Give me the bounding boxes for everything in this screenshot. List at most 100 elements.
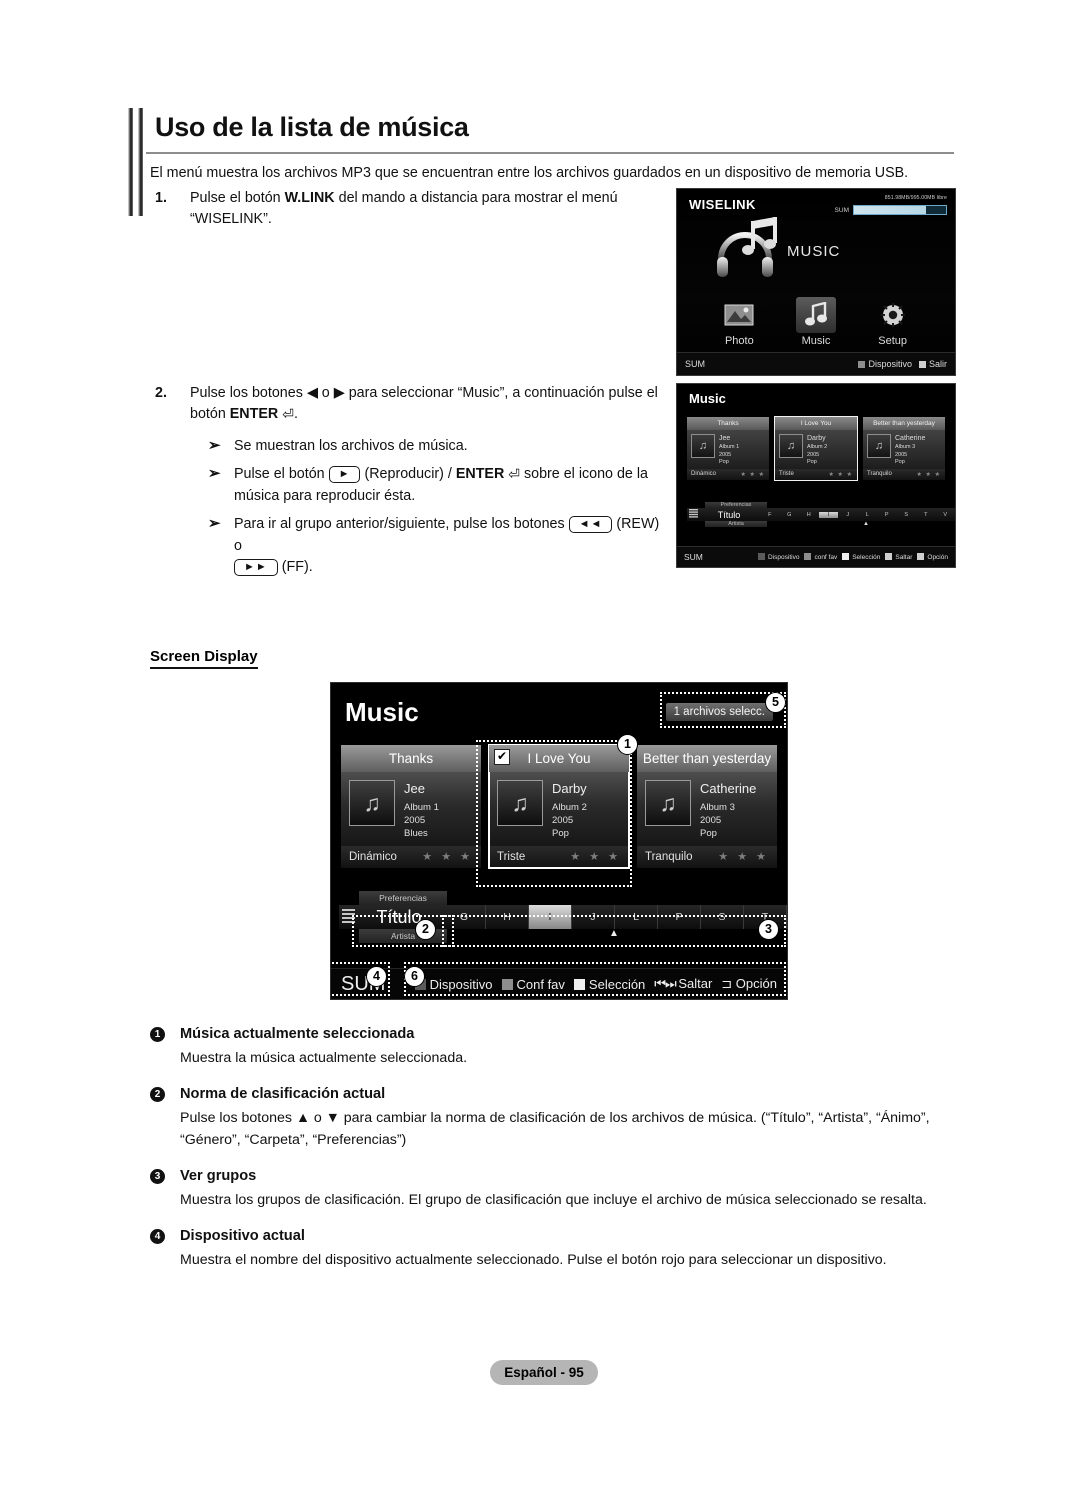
hint-dispositivo-label: Dispositivo xyxy=(429,976,493,992)
legend-bullet-2: 2 xyxy=(150,1087,165,1103)
legend-item-1: 1 Música actualmente seleccionada Muestr… xyxy=(150,1026,965,1069)
step-1-body: Pulse el botón W.LINK del mando a distan… xyxy=(190,188,655,231)
hint-saltar[interactable]: ⏮⏭ Saltar xyxy=(654,976,712,992)
legend-item-4-title: 4 Dispositivo actual xyxy=(150,1228,965,1245)
music-card-selected[interactable]: I Love You ♫ Darby Album 2 2005 Pop Tris… xyxy=(774,416,858,481)
legend-item-3: 3 Ver grupos Muestra los grupos de clasi… xyxy=(150,1168,965,1211)
group-letter-active[interactable]: I xyxy=(818,511,838,518)
music-card[interactable]: Thanks ♫ Jee Album 1 2005 Blues Dinámico… xyxy=(341,745,481,869)
music-card-genre: Blues xyxy=(404,828,428,840)
group-letter[interactable]: P xyxy=(658,905,701,929)
legend-bullet-1: 1 xyxy=(150,1027,165,1042)
checkbox-checked-icon[interactable]: ✔ xyxy=(494,749,510,765)
music-small-footer: SUM Dispositivo conf fav Selección Salta… xyxy=(677,546,955,567)
wiselink-footer-device: SUM xyxy=(685,359,705,369)
hint-dispositivo[interactable]: Dispositivo xyxy=(414,976,493,992)
step-2-substeps: ➢ Se muestran los archivos de música. ➢ … xyxy=(208,436,665,579)
step-2-number: 2. xyxy=(155,385,167,401)
music-card-mood: Dinámico xyxy=(349,850,397,863)
step-2-body: Pulse los botones ◀ o ▶ para seleccionar… xyxy=(190,383,665,579)
group-letter[interactable]: T xyxy=(916,512,936,518)
legend-item-1-title-text: Música actualmente seleccionada xyxy=(180,1026,415,1042)
group-letter[interactable]: P xyxy=(877,512,897,518)
group-letter[interactable]: G xyxy=(780,512,800,518)
play-key-icon: ► xyxy=(328,466,361,484)
music-list-screenshot: Music Thanks ♫ Jee Album 1 2005 Pop Diná… xyxy=(676,383,956,568)
hint-dispositivo[interactable]: Dispositivo xyxy=(858,359,912,369)
group-letter[interactable]: L xyxy=(615,905,658,929)
group-letter[interactable]: H xyxy=(486,905,529,929)
legend-item-4-desc: Muestra el nombre del dispositivo actual… xyxy=(180,1252,887,1269)
hint-salir[interactable]: Salir xyxy=(918,359,947,369)
hint-seleccion[interactable]: Selección xyxy=(842,553,880,561)
bullet-arrow-icon: ➢ xyxy=(208,515,221,533)
hint-conf-fav[interactable]: conf fav xyxy=(804,553,837,561)
sort-option-above[interactable]: Preferencias xyxy=(359,891,447,905)
big-group-letters[interactable]: G H I J L P S T xyxy=(443,905,787,929)
sort-option-below[interactable]: Artista xyxy=(705,521,767,527)
hint-seleccion-label: Selección xyxy=(588,976,646,992)
music-card-rating: ★ ★ ★ xyxy=(916,471,941,478)
music-card-artist: Darby xyxy=(807,435,826,442)
group-letter[interactable]: V xyxy=(936,512,956,518)
substep-3: ➢ Para ir al grupo anterior/siguiente, p… xyxy=(208,514,665,578)
selected-files-badge: 1 archivos selecc. xyxy=(665,703,773,721)
hint-salir-label: Salir xyxy=(928,359,947,369)
music-small-footer-device: SUM xyxy=(684,552,703,562)
group-letter[interactable]: F xyxy=(760,512,780,518)
wiselink-item-music[interactable]: Music xyxy=(779,297,853,347)
music-card-year: 2005 xyxy=(719,451,732,458)
wiselink-item-setup[interactable]: Setup xyxy=(856,297,930,347)
hint-seleccion[interactable]: Selección xyxy=(573,976,646,992)
music-card-mood: Triste xyxy=(779,471,794,478)
wiselink-footer-hints: Dispositivo Salir xyxy=(858,359,947,369)
group-letter[interactable]: S xyxy=(897,512,917,518)
callout-number-1: 1 xyxy=(617,734,638,755)
group-letter[interactable]: L xyxy=(858,512,878,518)
group-letter[interactable]: J xyxy=(838,512,858,518)
group-letter-active[interactable]: I xyxy=(529,905,572,929)
sort-list-icon xyxy=(342,909,355,925)
hint-dispositivo[interactable]: Dispositivo xyxy=(758,553,799,561)
callout-number-2: 2 xyxy=(415,919,436,940)
wiselink-item-photo[interactable]: Photo xyxy=(702,297,776,347)
substep-1-text: Se muestran los archivos de música. xyxy=(234,437,468,454)
legend-item-2-title: 2 Norma de clasificación actual xyxy=(150,1086,965,1103)
music-card-artist: Jee xyxy=(404,781,425,796)
legend-item-3-title: 3 Ver grupos xyxy=(150,1168,965,1184)
group-letter[interactable]: S xyxy=(701,905,744,929)
wiselink-label-music: Music xyxy=(801,335,831,347)
wiselink-label-photo: Photo xyxy=(724,335,754,347)
music-card[interactable]: Better than yesterday ♫ Catherine Album … xyxy=(637,745,777,869)
legend-item-4-title-text: Dispositivo actual xyxy=(180,1228,305,1245)
wiselink-capacity-text: 851.98MB/995.00MB libre xyxy=(884,195,947,201)
hint-conf-fav-label: Conf fav xyxy=(516,976,565,992)
music-card-selected[interactable]: ✔ I Love You ♫ Darby Album 2 2005 Pop Tr… xyxy=(488,743,630,870)
hint-dispositivo-label: Dispositivo xyxy=(768,554,800,561)
wiselink-footer: SUM Dispositivo Salir xyxy=(677,352,955,375)
step-1-bold: W.LINK xyxy=(284,190,335,206)
music-small-sort-zone: Preferencias Título F G H I J L P S T V xyxy=(687,502,955,527)
hint-saltar[interactable]: Saltar xyxy=(885,553,912,561)
group-letter[interactable]: G xyxy=(443,905,486,929)
music-card[interactable]: Thanks ♫ Jee Album 1 2005 Pop Dinámico ★… xyxy=(687,417,769,480)
album-art-music-note-icon: ♫ xyxy=(779,434,803,458)
skip-prev-next-icon: ⏮⏭ xyxy=(654,976,679,991)
hint-conf-fav[interactable]: Conf fav xyxy=(501,976,565,992)
step-2-text-b: . xyxy=(293,406,298,423)
legend-bullet-4: 4 xyxy=(150,1229,165,1245)
group-letter[interactable]: J xyxy=(572,905,615,929)
music-card[interactable]: Better than yesterday ♫ Catherine Album … xyxy=(863,417,945,480)
group-letter[interactable]: H xyxy=(799,512,819,518)
sort-current-label[interactable]: Título xyxy=(698,510,760,520)
music-card-genre: Pop xyxy=(719,459,729,466)
substep-2-mid: (Reproducir) / xyxy=(360,466,456,483)
music-small-group-letters[interactable]: F G H I J L P S T V xyxy=(760,508,955,521)
music-card-year: 2005 xyxy=(895,451,908,458)
hint-opcion-label: Opción xyxy=(735,976,777,991)
music-card-title: Thanks xyxy=(687,417,769,430)
music-card-title: Better than yesterday xyxy=(863,417,945,430)
substep-3-post: (FF). xyxy=(277,559,313,576)
hint-opcion[interactable]: ⊐ Opción xyxy=(721,976,777,992)
hint-opcion[interactable]: Opción xyxy=(917,553,948,561)
